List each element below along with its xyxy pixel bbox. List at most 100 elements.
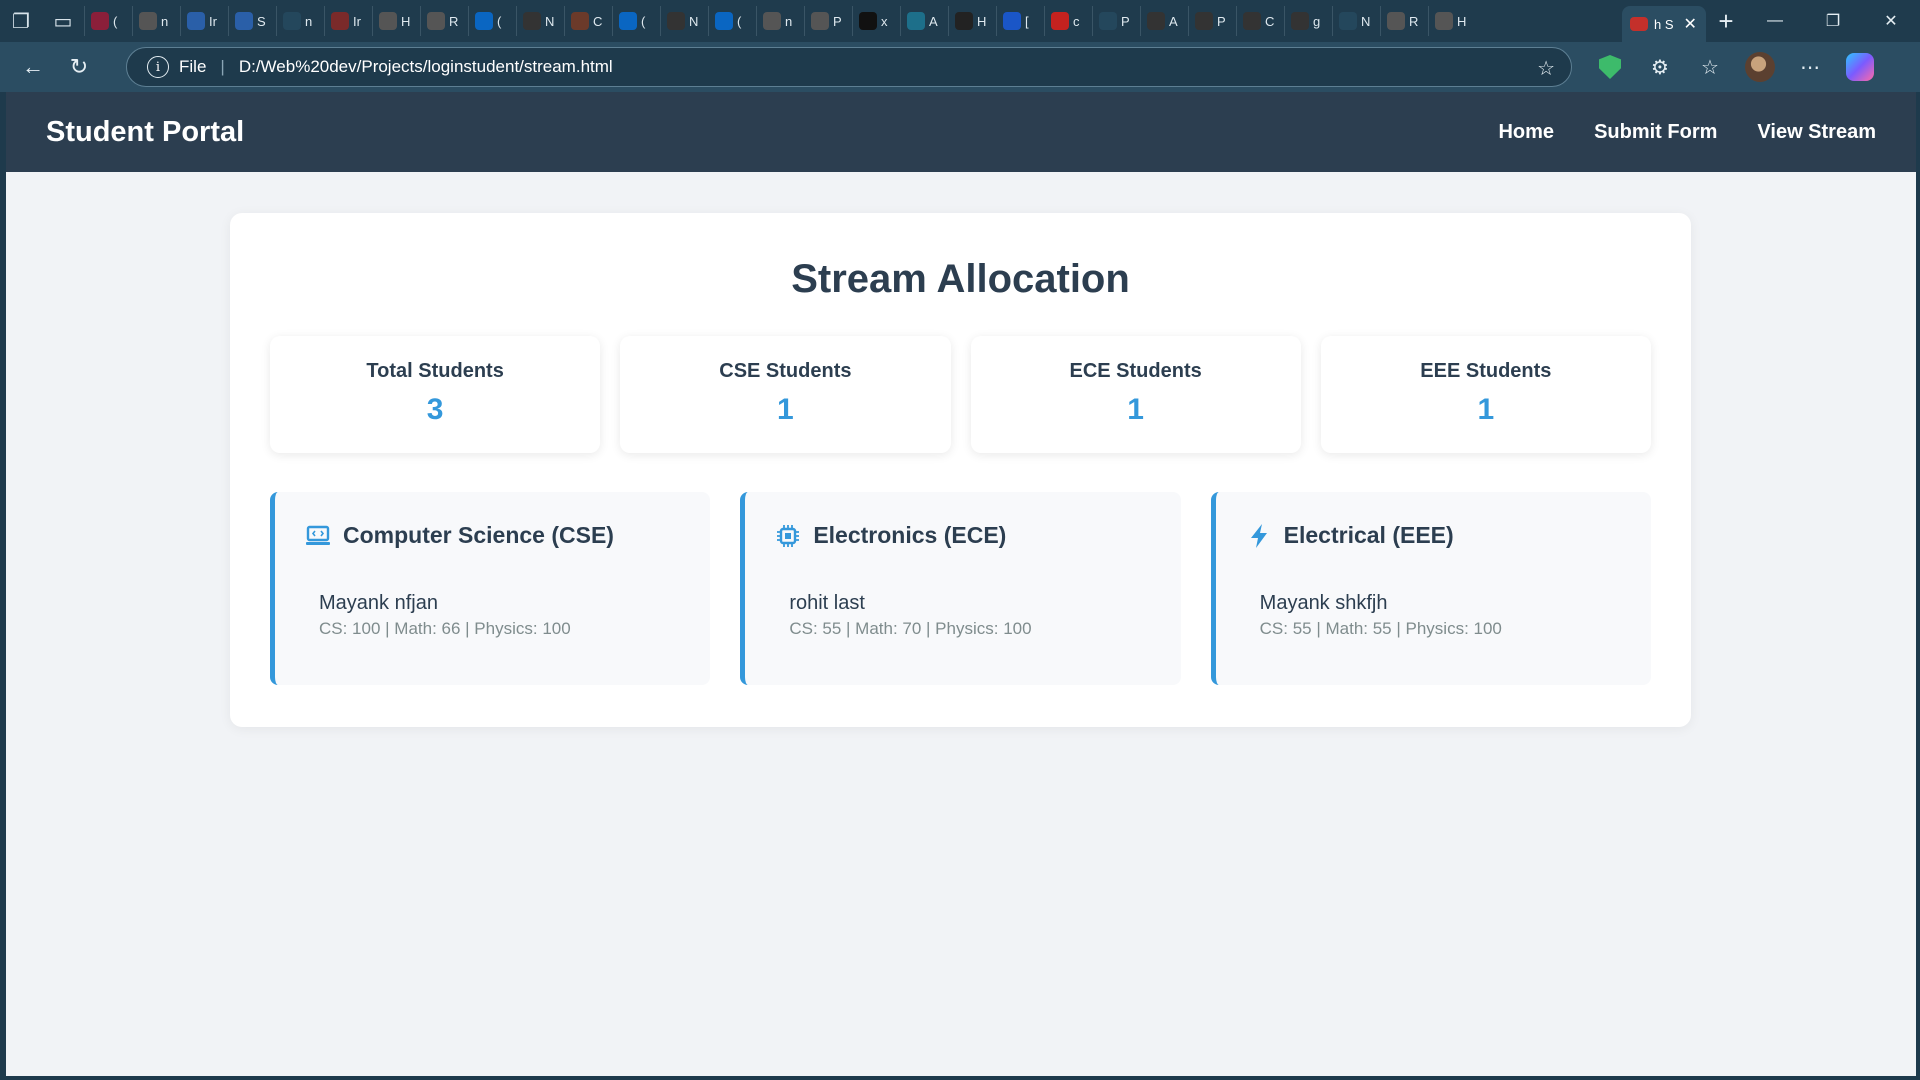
window-controls: — ❐ ✕ — [1746, 0, 1920, 42]
tab-favicon-icon — [1051, 12, 1069, 30]
tab-favicon-icon — [763, 12, 781, 30]
pinned-tab[interactable]: A — [1140, 6, 1188, 36]
pinned-tab[interactable]: C — [564, 6, 612, 36]
tab-title: ( — [641, 13, 646, 29]
more-menu-icon[interactable]: ⋯ — [1792, 49, 1828, 85]
close-window-icon[interactable]: ✕ — [1862, 0, 1920, 42]
pinned-tab[interactable]: H — [948, 6, 996, 36]
pinned-tab[interactable]: ( — [708, 6, 756, 36]
address-bar[interactable]: i File | D:/Web%20dev/Projects/loginstud… — [126, 47, 1572, 87]
copilot-icon[interactable] — [1842, 49, 1878, 85]
minimize-icon[interactable]: — — [1746, 0, 1804, 42]
site-brand[interactable]: Student Portal — [46, 116, 244, 149]
tab-favicon-icon — [1291, 12, 1309, 30]
laptop-icon — [305, 523, 331, 549]
nav-link-submit-form[interactable]: Submit Form — [1594, 121, 1717, 144]
pinned-tab[interactable]: N — [660, 6, 708, 36]
stream-header: Electrical (EEE) — [1246, 522, 1454, 549]
favorites-icon[interactable]: ☆ — [1692, 49, 1728, 85]
pinned-tab[interactable]: ( — [84, 6, 132, 36]
tab-favicon-icon — [379, 12, 397, 30]
stream-title: Electrical (EEE) — [1283, 522, 1454, 548]
pinned-tab[interactable]: n — [276, 6, 324, 36]
pinned-tab[interactable]: Ir — [180, 6, 228, 36]
url-text[interactable]: D:/Web%20dev/Projects/loginstudent/strea… — [239, 57, 613, 77]
tab-favicon-icon — [331, 12, 349, 30]
tab-favicon-icon — [1387, 12, 1405, 30]
tab-actions-icon[interactable]: ▭ — [42, 0, 84, 42]
close-tab-icon[interactable]: ✕ — [1684, 14, 1697, 34]
pinned-tab[interactable]: S — [228, 6, 276, 36]
restore-icon[interactable]: ❐ — [1804, 0, 1862, 42]
tab-title: P — [1217, 13, 1226, 29]
streams-row: Computer Science (CSE) Mayank nfjan CS: … — [270, 492, 1651, 685]
pinned-tab[interactable]: P — [804, 6, 852, 36]
pinned-tab[interactable]: H — [372, 6, 420, 36]
workspaces-icon[interactable]: ❐ — [0, 0, 42, 42]
site-info-icon[interactable]: i — [147, 56, 169, 78]
pinned-tab[interactable]: [ — [996, 6, 1044, 36]
pinned-tab[interactable]: n — [756, 6, 804, 36]
tab-favicon-icon — [1435, 12, 1453, 30]
tab-title: R — [1409, 13, 1419, 29]
tab-title: C — [593, 13, 603, 29]
stream-card-cse: Computer Science (CSE) Mayank nfjan CS: … — [270, 492, 711, 685]
pinned-tab[interactable]: ( — [612, 6, 660, 36]
browser-toolbar: ← ↻ i File | D:/Web%20dev/Projects/login… — [0, 42, 1920, 92]
pinned-tab[interactable]: g — [1284, 6, 1332, 36]
tab-favicon-icon — [1339, 12, 1357, 30]
pinned-tab[interactable]: A — [900, 6, 948, 36]
student-marks: CS: 100 | Math: 66 | Physics: 100 — [319, 619, 571, 638]
pinned-tab[interactable]: C — [1236, 6, 1284, 36]
extensions-icon[interactable]: ⚙ — [1642, 49, 1678, 85]
pinned-tab[interactable]: H — [1428, 6, 1476, 36]
pinned-tab[interactable]: R — [420, 6, 468, 36]
pinned-tab[interactable]: P — [1092, 6, 1140, 36]
stream-title: Computer Science (CSE) — [343, 522, 614, 548]
tab-title: N — [545, 13, 555, 29]
nav-link-view-stream[interactable]: View Stream — [1757, 121, 1876, 144]
tab-favicon-icon — [475, 12, 493, 30]
tab-favicon-icon — [619, 12, 637, 30]
url-separator: | — [220, 57, 225, 76]
tab-title: Ir — [209, 13, 217, 29]
tab-favicon-icon — [1003, 12, 1021, 30]
active-tab-title: h S — [1654, 16, 1674, 32]
tab-title: P — [833, 13, 842, 29]
tab-title: ( — [737, 13, 742, 29]
pinned-tab[interactable]: N — [516, 6, 564, 36]
nav-link-home[interactable]: Home — [1498, 121, 1554, 144]
student-marks: CS: 55 | Math: 55 | Physics: 100 — [1259, 619, 1502, 638]
tab-title: A — [929, 13, 938, 29]
profile-avatar[interactable] — [1742, 49, 1778, 85]
back-icon[interactable]: ← — [10, 44, 56, 90]
pinned-tab[interactable]: c — [1044, 6, 1092, 36]
tab-title: H — [401, 13, 411, 29]
pinned-tab[interactable]: P — [1188, 6, 1236, 36]
pinned-tab[interactable]: ( — [468, 6, 516, 36]
stat-label: CSE Students — [719, 360, 852, 382]
stat-label: ECE Students — [1069, 360, 1202, 382]
new-tab-button[interactable]: + — [1706, 1, 1746, 41]
pinned-tab[interactable]: n — [132, 6, 180, 36]
stat-value: 3 — [426, 393, 444, 426]
stat-value: 1 — [1127, 393, 1144, 426]
tab-favicon-icon — [907, 12, 925, 30]
pinned-tab[interactable]: x — [852, 6, 900, 36]
chip-icon — [775, 523, 801, 549]
tab-favicon-icon — [91, 12, 109, 30]
pinned-tab[interactable]: Ir — [324, 6, 372, 36]
url-scheme: File — [179, 57, 207, 76]
active-tab[interactable]: h S ✕ — [1622, 6, 1706, 42]
favorite-star-icon[interactable]: ☆ — [1537, 56, 1555, 81]
tab-title: Ir — [353, 13, 361, 29]
shield-extension-icon[interactable] — [1592, 49, 1628, 85]
tab-title: n — [161, 13, 169, 29]
tab-favicon-icon — [523, 12, 541, 30]
pinned-tab[interactable]: N — [1332, 6, 1380, 36]
toolbar-right-controls: ⚙ ☆ ⋯ — [1592, 42, 1878, 92]
pinned-tab[interactable]: R — [1380, 6, 1428, 36]
stat-eee-students: EEE Students 1 — [1320, 336, 1651, 453]
tab-title: c — [1073, 13, 1080, 29]
refresh-icon[interactable]: ↻ — [56, 44, 102, 90]
